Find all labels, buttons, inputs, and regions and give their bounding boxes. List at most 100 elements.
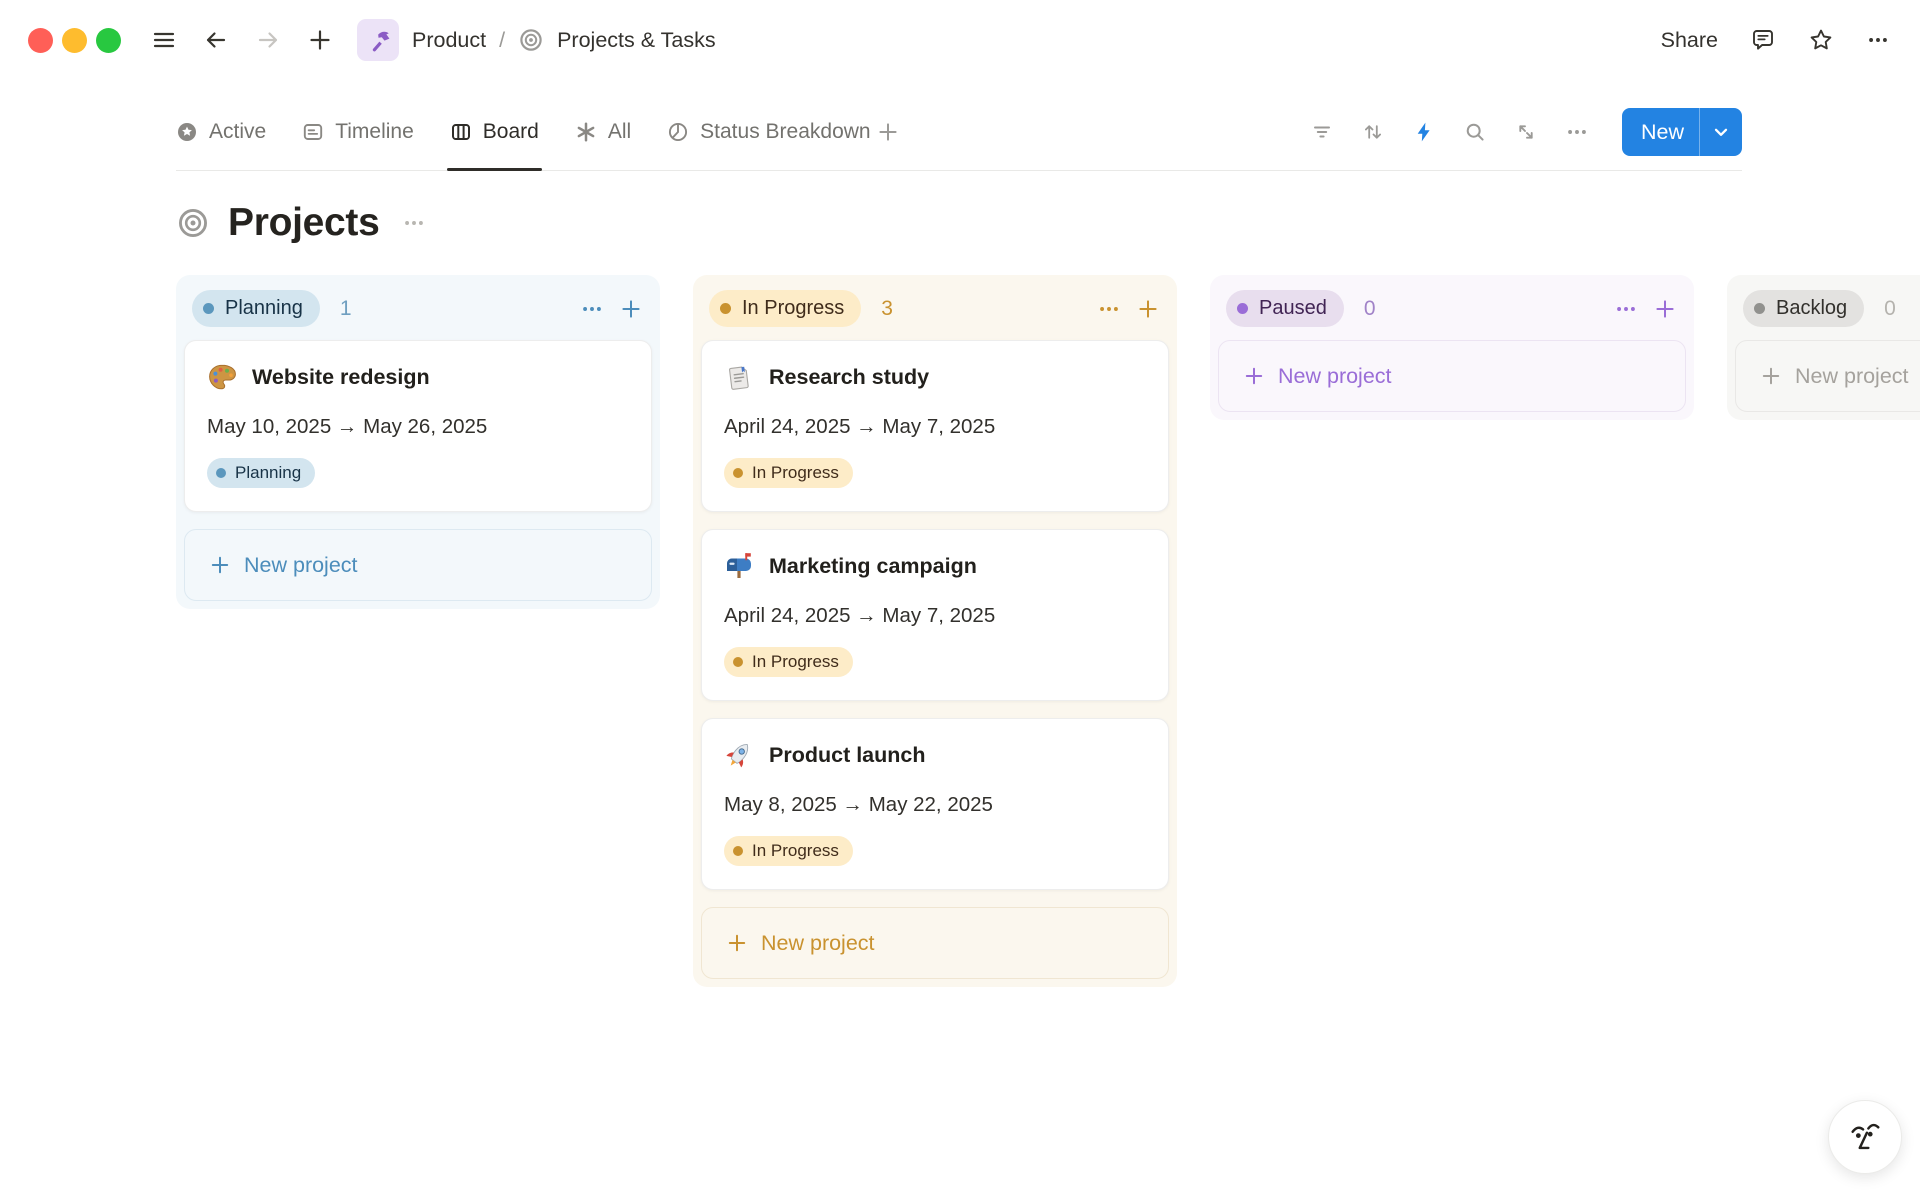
target-icon xyxy=(518,27,544,53)
new-project-button[interactable]: New project xyxy=(184,529,652,601)
board-icon xyxy=(450,121,472,143)
column-status-pill: Backlog xyxy=(1743,290,1864,327)
sort-icon[interactable] xyxy=(1361,120,1385,144)
project-card[interactable]: Product launch May 8, 2025 → May 22, 202… xyxy=(701,718,1169,890)
new-button-group: New xyxy=(1622,108,1742,156)
status-dot-icon xyxy=(733,657,743,667)
column-options-icon[interactable] xyxy=(1097,297,1121,321)
back-icon[interactable] xyxy=(203,27,229,53)
view-more-icon[interactable] xyxy=(1565,120,1589,144)
ai-assistant-button[interactable] xyxy=(1828,1100,1902,1174)
palette-emoji xyxy=(207,362,237,392)
favorite-star-icon[interactable] xyxy=(1808,27,1834,53)
status-dot-icon xyxy=(733,468,743,478)
view-tab-active[interactable]: Active xyxy=(176,94,266,170)
column-options-icon[interactable] xyxy=(1614,297,1638,321)
view-toolbar: New xyxy=(1310,108,1742,156)
view-tab-label: Timeline xyxy=(335,120,414,144)
card-status-label: Planning xyxy=(235,463,301,483)
column-header: Planning 1 xyxy=(184,283,652,340)
view-tab-status-breakdown[interactable]: Status Breakdown xyxy=(667,94,870,170)
project-card[interactable]: Website redesign May 10, 2025 → May 26, … xyxy=(184,340,652,512)
new-dropdown-button[interactable] xyxy=(1700,108,1742,156)
card-status-label: In Progress xyxy=(752,841,839,861)
card-dates: April 24, 2025 → May 7, 2025 xyxy=(724,415,1146,439)
zoom-window-button[interactable] xyxy=(96,28,121,53)
mailbox-emoji xyxy=(724,551,754,581)
column-count: 0 xyxy=(1364,297,1376,321)
share-button[interactable]: Share xyxy=(1661,28,1718,53)
sidebar-toggle-icon[interactable] xyxy=(151,27,177,53)
rocket-emoji xyxy=(724,740,754,770)
new-project-button[interactable]: New project xyxy=(1218,340,1686,412)
column-name: In Progress xyxy=(742,297,844,320)
status-dot-icon xyxy=(720,303,731,314)
column-controls xyxy=(580,297,642,321)
breadcrumb-workspace[interactable]: Product xyxy=(412,28,486,53)
board-column-backlog: Backlog 0 New project xyxy=(1727,275,1920,420)
forward-icon[interactable] xyxy=(255,27,281,53)
close-window-button[interactable] xyxy=(28,28,53,53)
minimize-window-button[interactable] xyxy=(62,28,87,53)
project-card[interactable]: Marketing campaign April 24, 2025 → May … xyxy=(701,529,1169,701)
card-title: Product launch xyxy=(769,743,925,768)
new-button[interactable]: New xyxy=(1622,108,1699,156)
status-dot-icon xyxy=(203,303,214,314)
column-count: 3 xyxy=(881,297,893,321)
card-title: Research study xyxy=(769,365,929,390)
column-count: 1 xyxy=(340,297,352,321)
column-controls xyxy=(1097,297,1159,321)
new-tab-icon[interactable] xyxy=(307,27,333,53)
title-options-icon[interactable] xyxy=(402,211,426,235)
view-tab-timeline[interactable]: Timeline xyxy=(302,94,414,170)
bookmark-tabs-emoji xyxy=(724,362,754,392)
card-dates: May 8, 2025 → May 22, 2025 xyxy=(724,793,1146,817)
more-options-icon[interactable] xyxy=(1866,28,1890,52)
column-add-icon[interactable] xyxy=(1137,298,1159,320)
card-status-label: In Progress xyxy=(752,652,839,672)
view-tab-bar: Active Timeline Board All Status Breakdo… xyxy=(176,94,1742,171)
view-tab-board[interactable]: Board xyxy=(450,94,539,170)
search-icon[interactable] xyxy=(1463,120,1487,144)
card-dates: April 24, 2025 → May 7, 2025 xyxy=(724,604,1146,628)
new-project-label: New project xyxy=(1795,364,1909,389)
column-options-icon[interactable] xyxy=(580,297,604,321)
plus-icon xyxy=(726,932,748,954)
timeline-icon xyxy=(302,121,324,143)
notion-face-icon xyxy=(1846,1118,1884,1156)
workspace-tile[interactable] xyxy=(357,19,399,61)
filter-icon[interactable] xyxy=(1310,120,1334,144)
card-status-pill: In Progress xyxy=(724,836,853,866)
board-column-paused: Paused 0 New project xyxy=(1210,275,1694,420)
board-column-planning: Planning 1 Website redesign May 10, 2025… xyxy=(176,275,660,609)
column-add-icon[interactable] xyxy=(620,298,642,320)
hammer-icon xyxy=(365,27,391,53)
page-icon-target xyxy=(176,206,210,240)
add-view-icon[interactable] xyxy=(877,121,899,143)
card-status-pill: In Progress xyxy=(724,647,853,677)
column-name: Paused xyxy=(1259,297,1327,320)
column-name: Backlog xyxy=(1776,297,1847,320)
column-status-pill: Paused xyxy=(1226,290,1344,327)
project-card[interactable]: Research study April 24, 2025 → May 7, 2… xyxy=(701,340,1169,512)
new-project-button[interactable]: New project xyxy=(1735,340,1920,412)
new-project-button[interactable]: New project xyxy=(701,907,1169,979)
breadcrumb-page[interactable]: Projects & Tasks xyxy=(557,28,716,53)
view-tab-label: Board xyxy=(483,120,539,144)
column-status-pill: Planning xyxy=(192,290,320,327)
card-title: Marketing campaign xyxy=(769,554,977,579)
comments-icon[interactable] xyxy=(1750,27,1776,53)
card-status-pill: In Progress xyxy=(724,458,853,488)
asterisk-icon xyxy=(575,121,597,143)
column-add-icon[interactable] xyxy=(1654,298,1676,320)
column-name: Planning xyxy=(225,297,303,320)
expand-icon[interactable] xyxy=(1514,120,1538,144)
star-badge-icon xyxy=(176,121,198,143)
view-tab-all[interactable]: All xyxy=(575,94,631,170)
board-column-in-progress: In Progress 3 Research study April 24, 2… xyxy=(693,275,1177,987)
plus-icon xyxy=(1760,365,1782,387)
card-dates: May 10, 2025 → May 26, 2025 xyxy=(207,415,629,439)
plus-icon xyxy=(209,554,231,576)
chevron-down-icon xyxy=(1711,122,1731,142)
automation-bolt-icon[interactable] xyxy=(1412,120,1436,144)
